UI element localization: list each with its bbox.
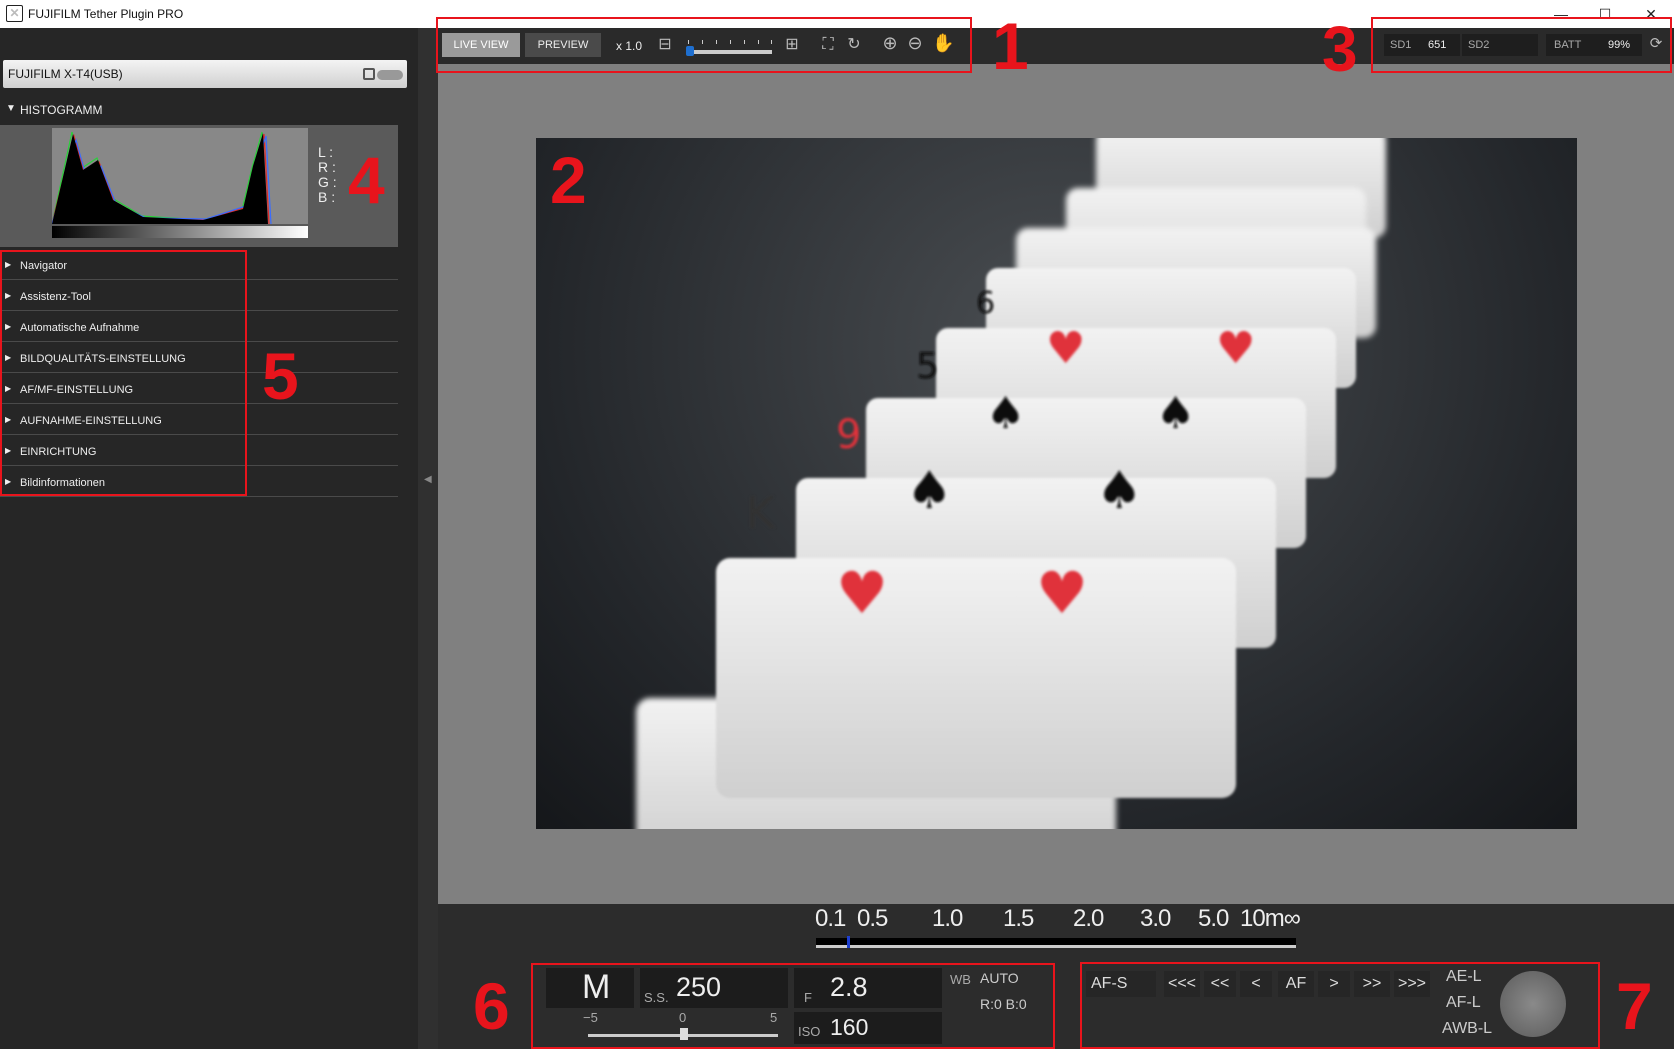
window-title: FUJIFILM Tether Plugin PRO: [28, 7, 184, 21]
live-view-image: ♥ ♥ ♠ ♠ ♠ ♠ ♥ ♥ 6 5 9 K: [536, 138, 1577, 829]
focus-scale-0: 0.1: [815, 905, 846, 932]
svg-text:♥: ♥: [1046, 323, 1085, 374]
svg-text:♠: ♠: [1096, 461, 1143, 521]
annotation-4: 4: [348, 143, 385, 217]
histogram-header[interactable]: ▼ HISTOGRAMM: [0, 98, 400, 122]
svg-text:♥: ♥: [836, 559, 888, 627]
focus-scale-6: 5.0: [1198, 905, 1229, 932]
annotation-6: 6: [473, 969, 510, 1043]
channel-r: R :: [318, 159, 336, 175]
focus-scale-7: 10m∞: [1240, 905, 1301, 932]
svg-text:♠: ♠: [1156, 388, 1195, 439]
focus-distance-bar: [816, 936, 1296, 948]
collapse-panel-icon[interactable]: ◀: [424, 474, 432, 485]
annotation-3: 3: [1322, 13, 1358, 85]
histogram-gradient: [52, 226, 308, 238]
annotation-2: 2: [550, 143, 587, 217]
svg-text:♠: ♠: [986, 388, 1025, 439]
annotation-box-status: [1371, 17, 1672, 73]
histogram-channels: L : R : G : B :: [318, 145, 337, 205]
annotation-box-exposure: [531, 963, 1055, 1049]
lock-icon: [363, 68, 375, 80]
histogram-title: HISTOGRAMM: [20, 103, 103, 117]
focus-scale-3: 1.5: [1003, 905, 1034, 932]
channel-b: B :: [318, 189, 336, 205]
focus-scale-1: 0.5: [857, 905, 888, 932]
annotation-1: 1: [992, 9, 1029, 83]
channel-g: G :: [318, 174, 337, 190]
annotation-7: 7: [1616, 969, 1653, 1043]
usb-plug-icon: [377, 70, 403, 80]
focus-scale-2: 1.0: [932, 905, 963, 932]
svg-text:6: 6: [976, 286, 995, 321]
svg-text:K: K: [746, 488, 776, 539]
svg-text:♥: ♥: [1036, 559, 1088, 627]
svg-text:♥: ♥: [1216, 323, 1255, 374]
annotation-5: 5: [262, 339, 299, 413]
annotation-box-toolbar: [436, 17, 972, 73]
focus-scale-5: 3.0: [1140, 905, 1171, 932]
camera-name: FUJIFILM X-T4(USB): [8, 67, 123, 81]
histogram-plot: [51, 128, 308, 225]
annotation-box-af: [1080, 962, 1600, 1049]
expand-triangle-icon: ▼: [6, 103, 16, 114]
focus-scale-4: 2.0: [1073, 905, 1104, 932]
svg-text:9: 9: [836, 412, 861, 458]
camera-selector[interactable]: FUJIFILM X-T4(USB): [3, 60, 407, 88]
histogram-panel: L : R : G : B :: [0, 125, 398, 247]
focus-marker: [847, 936, 850, 948]
panel-divider[interactable]: [418, 28, 438, 1049]
app-icon: ✕: [6, 5, 23, 22]
svg-text:5: 5: [916, 346, 939, 387]
annotation-box-menu: [0, 250, 247, 496]
svg-text:♠: ♠: [906, 461, 953, 521]
channel-l: L :: [318, 144, 334, 160]
